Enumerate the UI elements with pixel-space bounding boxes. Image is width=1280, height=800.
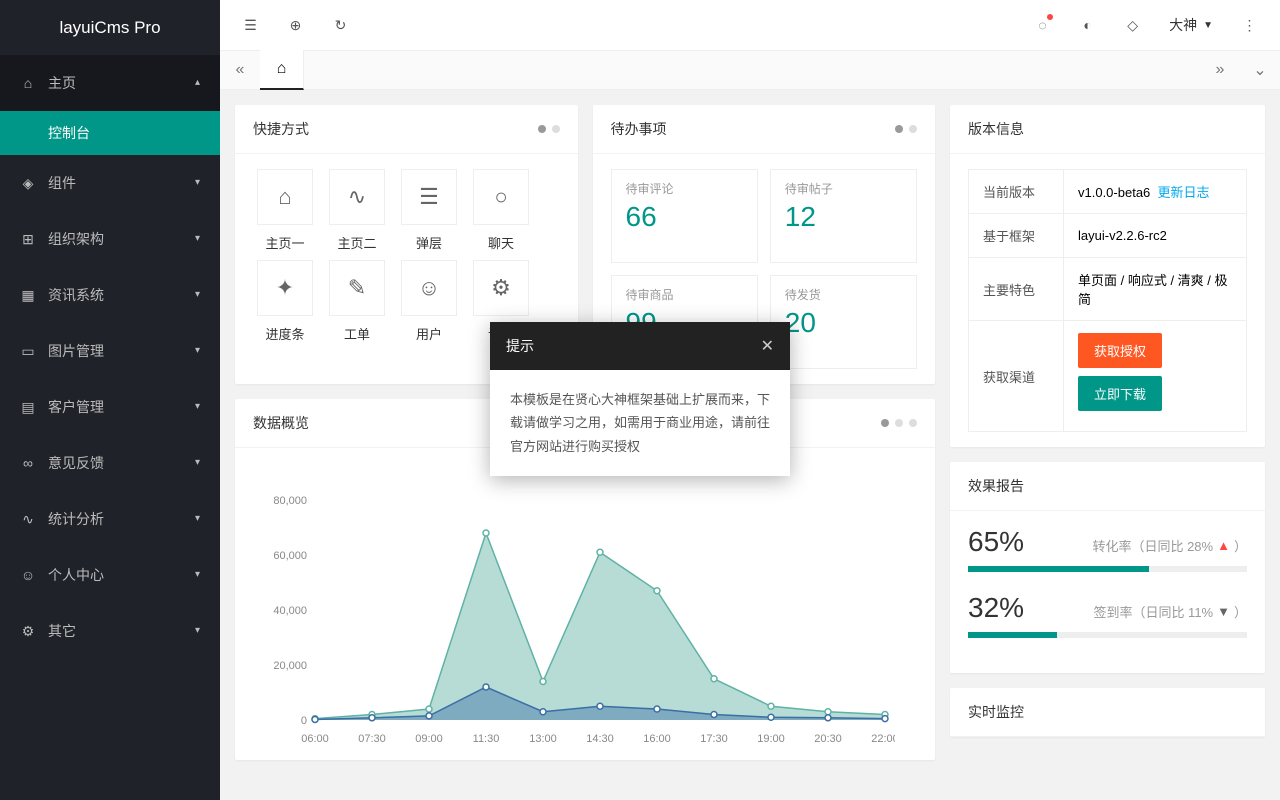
svg-text:11:30: 11:30 bbox=[473, 733, 500, 745]
todo-item[interactable]: 待审评论66 bbox=[611, 169, 758, 263]
traffic-chart: 0 20,000 40,000 60,000 80,000 06:00 07:30 09:00… bbox=[235, 480, 935, 760]
palette-icon[interactable]: ◐ bbox=[1065, 0, 1110, 50]
header: ☰ ⊕ ↻ ◌ ◐ ◇ 大神▼ ⋮ bbox=[220, 0, 1280, 50]
shortcut-item[interactable]: ⌂主页一 bbox=[253, 169, 317, 252]
nav-org[interactable]: ⊞组织架构 ▾ bbox=[0, 211, 220, 267]
signin-bar bbox=[968, 632, 1057, 638]
carousel-dots[interactable] bbox=[895, 125, 917, 133]
effect-card: 效果报告 65% 转化率（日同比 28% ▲） 32% 签到率（日同比 11% … bbox=[950, 462, 1265, 673]
home-icon: ⌂ bbox=[20, 75, 36, 91]
sidebar: layuiCms Pro ⌂主页 ▴控制台 ◈组件 ▾ ⊞组织架构 ▾ ▦资讯系… bbox=[0, 0, 220, 800]
cube-icon: ◈ bbox=[20, 175, 36, 191]
version-card: 版本信息 当前版本v1.0.0-beta6 更新日志 基于框架layui-v2.… bbox=[950, 105, 1265, 447]
nav-grid[interactable]: ▦资讯系统 ▾ bbox=[0, 267, 220, 323]
signin-label: 签到率（日同比 11% ▼） bbox=[1093, 602, 1247, 621]
nav-img[interactable]: ▭图片管理 ▾ bbox=[0, 323, 220, 379]
nav-doc[interactable]: ▤客户管理 ▾ bbox=[0, 379, 220, 435]
close-icon[interactable]: ✕ bbox=[761, 336, 774, 356]
svg-text:07:30: 07:30 bbox=[358, 733, 386, 745]
signin-pct: 32% bbox=[968, 592, 1024, 624]
realtime-card: 实时监控 bbox=[950, 688, 1265, 737]
user-icon: ☺ bbox=[20, 567, 36, 583]
svg-text:09:00: 09:00 bbox=[415, 733, 443, 745]
auth-button[interactable]: 获取授权 bbox=[1078, 333, 1162, 368]
tab-prev-icon[interactable]: « bbox=[220, 50, 260, 90]
logo: layuiCms Pro bbox=[0, 0, 220, 55]
svg-text:20,000: 20,000 bbox=[273, 660, 307, 672]
conv-bar bbox=[968, 566, 1149, 572]
download-button[interactable]: 立即下载 bbox=[1078, 376, 1162, 411]
effect-title: 效果报告 bbox=[968, 476, 1024, 496]
realtime-title: 实时监控 bbox=[968, 702, 1024, 722]
overview-title: 数据概览 bbox=[253, 413, 309, 433]
img-icon: ▭ bbox=[20, 343, 36, 359]
shortcuts-title: 快捷方式 bbox=[253, 119, 309, 139]
nav-link[interactable]: ∞意见反馈 ▾ bbox=[0, 435, 220, 491]
nav-pulse[interactable]: ∿统计分析 ▾ bbox=[0, 491, 220, 547]
todo-item[interactable]: 待审帖子12 bbox=[770, 169, 917, 263]
svg-text:16:00: 16:00 bbox=[643, 733, 671, 745]
svg-text:60,000: 60,000 bbox=[273, 550, 307, 562]
changelog-link[interactable]: 更新日志 bbox=[1158, 185, 1210, 200]
org-icon: ⊞ bbox=[20, 231, 36, 247]
version-title: 版本信息 bbox=[968, 119, 1024, 139]
conv-label: 转化率（日同比 28% ▲） bbox=[1092, 536, 1247, 555]
todo-item[interactable]: 待发货20 bbox=[770, 275, 917, 369]
svg-text:06:00: 06:00 bbox=[301, 733, 329, 745]
version-table: 当前版本v1.0.0-beta6 更新日志 基于框架layui-v2.2.6-r… bbox=[968, 169, 1247, 432]
grid-icon: ▦ bbox=[20, 287, 36, 303]
svg-text:19:00: 19:00 bbox=[757, 733, 785, 745]
carousel-dots[interactable] bbox=[881, 419, 917, 427]
tab-bar: « ⌂ » ⌄ bbox=[220, 50, 1280, 90]
menu-collapse-icon[interactable]: ☰ bbox=[228, 0, 273, 50]
svg-text:14:30: 14:30 bbox=[586, 733, 614, 745]
notif-icon[interactable]: ◌ bbox=[1020, 0, 1065, 50]
more-icon[interactable]: ⋮ bbox=[1227, 0, 1272, 50]
modal-title: 提示 bbox=[506, 336, 534, 356]
tip-modal: 提示 ✕ 本模板是在贤心大神框架基础上扩展而来，下载请做学习之用，如需用于商业用… bbox=[490, 322, 790, 476]
nav-user[interactable]: ☺个人中心 ▾ bbox=[0, 547, 220, 603]
gear-icon: ⚙ bbox=[20, 623, 36, 639]
nav-console[interactable]: 控制台 bbox=[0, 111, 220, 155]
refresh-icon[interactable]: ↻ bbox=[318, 0, 363, 50]
link-icon: ∞ bbox=[20, 455, 36, 471]
shortcut-item[interactable]: ☺用户 bbox=[397, 260, 461, 343]
tab-home[interactable]: ⌂ bbox=[260, 50, 304, 90]
modal-body: 本模板是在贤心大神框架基础上扩展而来，下载请做学习之用，如需用于商业用途，请前往… bbox=[490, 370, 790, 476]
conv-pct: 65% bbox=[968, 526, 1024, 558]
svg-text:20:30: 20:30 bbox=[814, 733, 842, 745]
tag-icon[interactable]: ◇ bbox=[1110, 0, 1155, 50]
shortcut-item[interactable]: ☰弹层 bbox=[397, 169, 461, 252]
pulse-icon: ∿ bbox=[20, 511, 36, 527]
doc-icon: ▤ bbox=[20, 399, 36, 415]
carousel-dots[interactable] bbox=[538, 125, 560, 133]
svg-text:40,000: 40,000 bbox=[273, 605, 307, 617]
nav-home[interactable]: ⌂主页 ▴ bbox=[0, 55, 220, 111]
tab-next-icon[interactable]: » bbox=[1200, 50, 1240, 90]
svg-text:22:00: 22:00 bbox=[871, 733, 895, 745]
shortcut-item[interactable]: ∿主页二 bbox=[325, 169, 389, 252]
globe-icon[interactable]: ⊕ bbox=[273, 0, 318, 50]
user-menu[interactable]: 大神▼ bbox=[1155, 15, 1227, 35]
svg-text:0: 0 bbox=[301, 715, 307, 727]
svg-text:80,000: 80,000 bbox=[273, 495, 307, 507]
tab-dropdown-icon[interactable]: ⌄ bbox=[1240, 50, 1280, 90]
todo-title: 待办事项 bbox=[611, 119, 667, 139]
nav-gear[interactable]: ⚙其它 ▾ bbox=[0, 603, 220, 659]
svg-text:13:00: 13:00 bbox=[529, 733, 557, 745]
svg-text:17:30: 17:30 bbox=[700, 733, 728, 745]
nav-cube[interactable]: ◈组件 ▾ bbox=[0, 155, 220, 211]
shortcut-item[interactable]: ✦进度条 bbox=[253, 260, 317, 343]
shortcut-item[interactable]: ✎工单 bbox=[325, 260, 389, 343]
shortcut-item[interactable]: ○聊天 bbox=[469, 169, 533, 252]
